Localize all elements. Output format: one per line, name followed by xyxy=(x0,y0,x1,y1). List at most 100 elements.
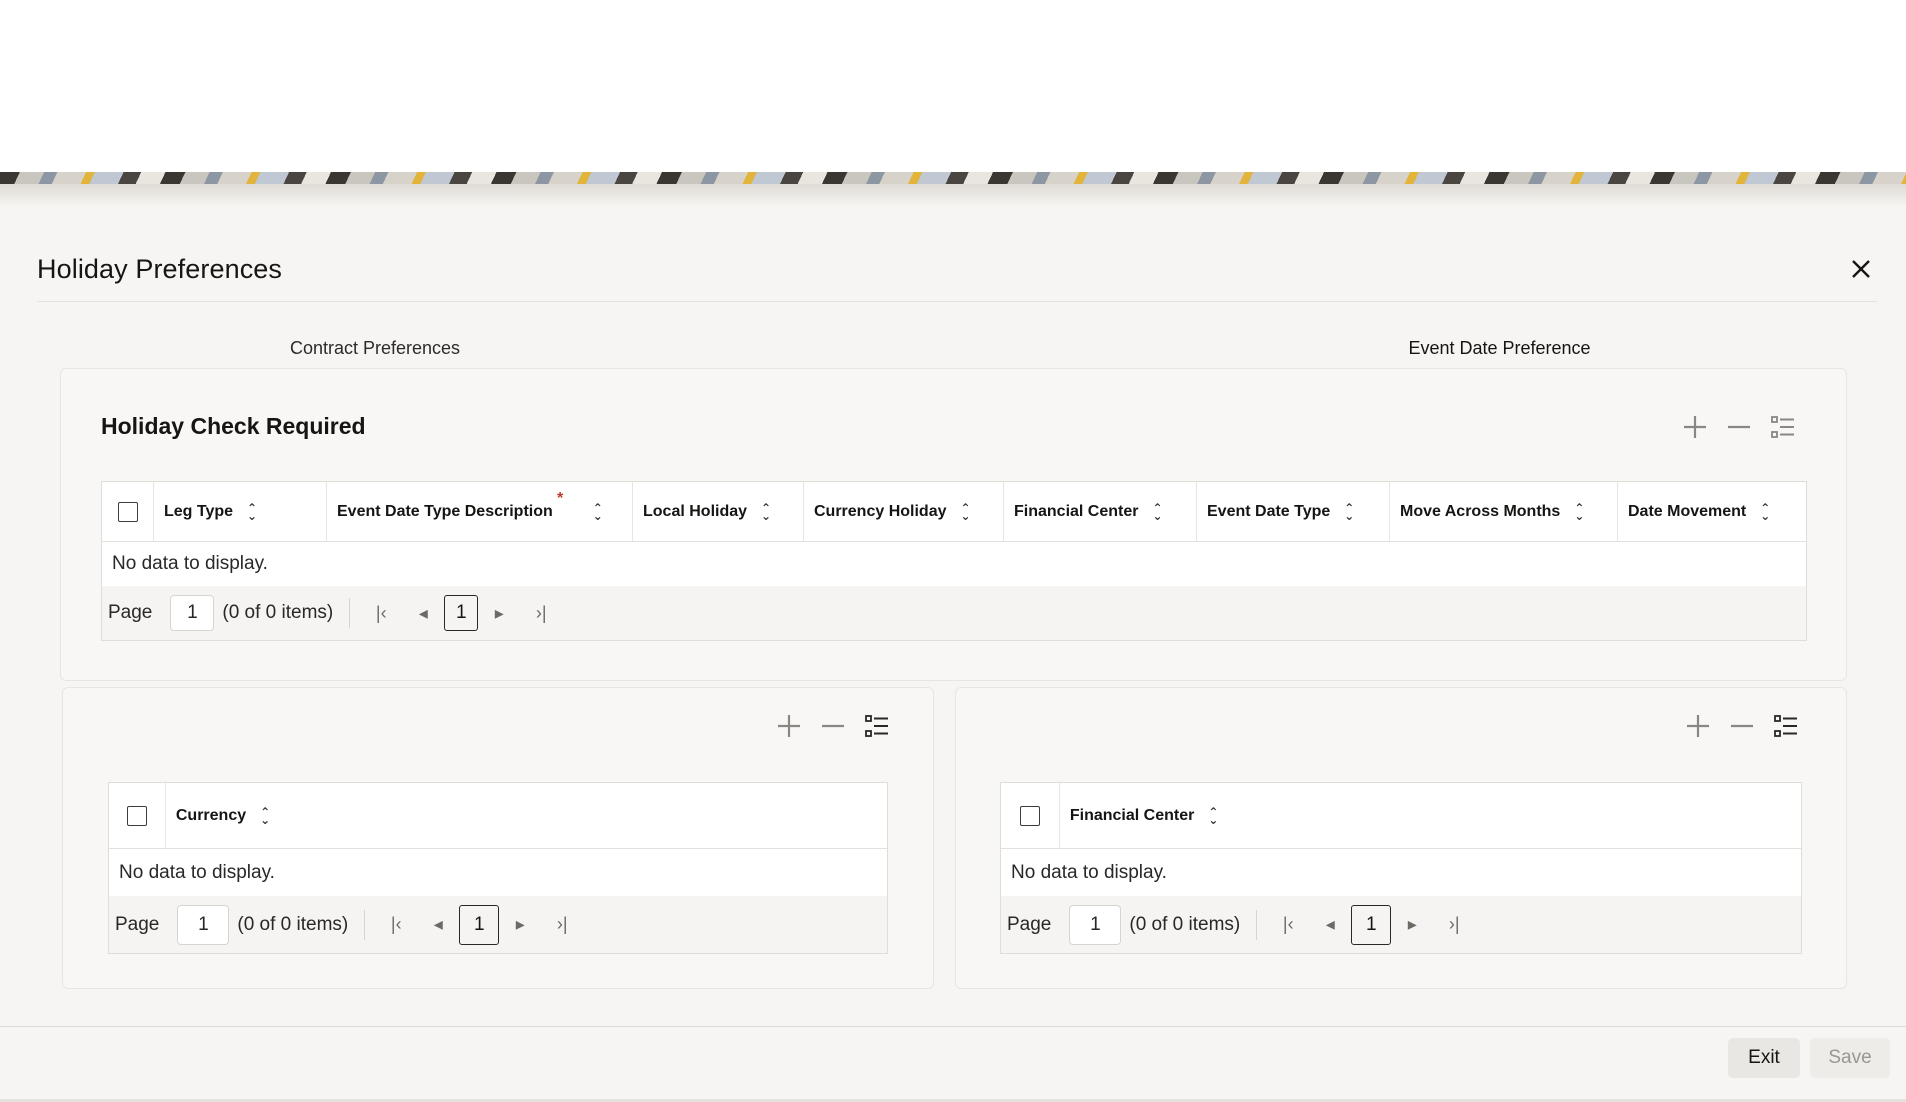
single-record-view-button[interactable] xyxy=(861,710,893,742)
minus-icon xyxy=(1731,724,1753,728)
section-title: Holiday Check Required xyxy=(101,413,366,439)
plus-icon xyxy=(1687,715,1709,737)
list-view-icon xyxy=(1771,416,1794,438)
financial-center-panel: Financial Center ⌃ ⌄ No data to display. … xyxy=(955,687,1847,989)
select-all-checkbox[interactable] xyxy=(117,501,138,522)
column-event-date-type-description[interactable]: Event Date Type Description * ⌃ ⌄ xyxy=(327,482,633,541)
column-label: Currency Holiday xyxy=(814,502,947,520)
column-label: Local Holiday xyxy=(643,502,748,520)
pager-divider xyxy=(1256,909,1258,940)
first-page-icon[interactable]: |‹ xyxy=(1273,914,1303,935)
sort-icon[interactable]: ⌃ ⌄ xyxy=(593,502,603,522)
header-banner-fade xyxy=(0,184,1906,206)
page-number-input[interactable]: 1 xyxy=(170,595,215,631)
next-page-icon[interactable]: ▸ xyxy=(1397,914,1427,935)
pagination: Page 1 (0 of 0 items) |‹ ◂ 1 ▸ ›| xyxy=(109,896,887,953)
plus-icon xyxy=(778,715,800,737)
required-indicator: * xyxy=(557,490,564,507)
tab-label: Contract Preferences xyxy=(289,338,461,358)
column-date-movement[interactable]: Date Movement ⌃ ⌄ xyxy=(1618,482,1806,541)
items-count: (0 of 0 items) xyxy=(237,913,349,935)
grid-toolbar xyxy=(773,710,893,742)
sort-icon[interactable]: ⌃ ⌄ xyxy=(1344,502,1354,522)
delete-row-button[interactable] xyxy=(1723,411,1755,443)
column-currency[interactable]: Currency ⌃ ⌄ xyxy=(166,783,887,848)
single-record-view-button[interactable] xyxy=(1767,411,1799,443)
items-count: (0 of 0 items) xyxy=(222,602,334,623)
sort-icon[interactable]: ⌃ ⌄ xyxy=(260,806,270,826)
sort-icon[interactable]: ⌃ ⌄ xyxy=(761,502,771,522)
add-row-button[interactable] xyxy=(1679,411,1711,443)
page-label: Page xyxy=(1007,913,1052,935)
last-page-icon[interactable]: ›| xyxy=(526,603,556,624)
pager-divider xyxy=(349,598,351,628)
tab-label: Event Date Preference xyxy=(1408,338,1591,358)
page-number-input[interactable]: 1 xyxy=(1069,904,1122,945)
next-page-icon[interactable]: ▸ xyxy=(484,603,514,624)
current-page-button[interactable]: 1 xyxy=(459,904,500,945)
column-label: Financial Center xyxy=(1014,502,1139,520)
previous-page-icon[interactable]: ◂ xyxy=(1315,914,1345,935)
column-event-date-type[interactable]: Event Date Type ⌃ ⌄ xyxy=(1197,482,1390,541)
holiday-check-grid: Leg Type ⌃ ⌄ Event Date Type Description … xyxy=(101,481,1807,641)
first-page-icon[interactable]: |‹ xyxy=(366,603,396,624)
exit-button[interactable]: Exit xyxy=(1728,1038,1800,1078)
delete-row-button[interactable] xyxy=(1726,710,1758,742)
sort-icon[interactable]: ⌃ ⌄ xyxy=(1152,502,1162,522)
save-button[interactable]: Save xyxy=(1810,1038,1890,1078)
select-all-column xyxy=(102,482,154,541)
currency-grid: Currency ⌃ ⌄ No data to display. Page 1 (… xyxy=(108,782,888,954)
pagination: Page 1 (0 of 0 items) |‹ ◂ 1 ▸ ›| xyxy=(1001,896,1801,953)
sort-icon[interactable]: ⌃ ⌄ xyxy=(1574,502,1584,522)
next-page-icon[interactable]: ▸ xyxy=(505,914,535,935)
minus-icon xyxy=(822,724,844,728)
sort-icon[interactable]: ⌃ ⌄ xyxy=(247,502,257,522)
minus-icon xyxy=(1728,425,1750,429)
column-currency-holiday[interactable]: Currency Holiday ⌃ ⌄ xyxy=(804,482,1004,541)
column-financial-center[interactable]: Financial Center ⌃ ⌄ xyxy=(1004,482,1197,541)
grid-header: Financial Center ⌃ ⌄ xyxy=(1001,783,1801,849)
column-label: Event Date Type Description xyxy=(337,502,553,520)
select-all-checkbox[interactable] xyxy=(1019,805,1040,826)
empty-message: No data to display. xyxy=(109,849,887,896)
page-label: Page xyxy=(108,602,153,623)
header-banner xyxy=(0,172,1906,184)
empty-message: No data to display. xyxy=(102,542,1806,586)
column-move-across-months[interactable]: Move Across Months ⌃ ⌄ xyxy=(1390,482,1618,541)
holiday-preferences-window: Holiday Preferences Contract Preferences… xyxy=(0,206,1906,1102)
currency-panel: Currency ⌃ ⌄ No data to display. Page 1 (… xyxy=(62,687,934,989)
grid-header: Leg Type ⌃ ⌄ Event Date Type Description … xyxy=(102,482,1806,542)
column-local-holiday[interactable]: Local Holiday ⌃ ⌄ xyxy=(633,482,804,541)
sort-icon[interactable]: ⌃ ⌄ xyxy=(960,502,970,522)
page-number-input[interactable]: 1 xyxy=(177,904,230,945)
sort-icon[interactable]: ⌃ ⌄ xyxy=(1208,806,1218,826)
list-view-icon xyxy=(865,715,888,737)
column-label: Date Movement xyxy=(1628,502,1747,520)
sort-icon[interactable]: ⌃ ⌄ xyxy=(1760,502,1770,522)
close-button[interactable] xyxy=(1846,256,1876,286)
items-count: (0 of 0 items) xyxy=(1129,913,1241,935)
add-row-button[interactable] xyxy=(773,710,805,742)
single-record-view-button[interactable] xyxy=(1770,710,1802,742)
previous-page-icon[interactable]: ◂ xyxy=(423,914,453,935)
current-page-button[interactable]: 1 xyxy=(444,595,479,631)
financial-center-grid: Financial Center ⌃ ⌄ No data to display. … xyxy=(1000,782,1802,954)
first-page-icon[interactable]: |‹ xyxy=(381,914,411,935)
grid-toolbar xyxy=(1682,710,1802,742)
previous-page-icon[interactable]: ◂ xyxy=(408,603,438,624)
current-page-button[interactable]: 1 xyxy=(1351,904,1392,945)
column-label: Event Date Type xyxy=(1207,502,1331,520)
select-all-column xyxy=(109,783,166,848)
delete-row-button[interactable] xyxy=(817,710,849,742)
last-page-icon[interactable]: ›| xyxy=(547,914,577,935)
grid-header: Currency ⌃ ⌄ xyxy=(109,783,887,849)
select-all-checkbox[interactable] xyxy=(126,805,147,826)
column-financial-center[interactable]: Financial Center ⌃ ⌄ xyxy=(1060,783,1801,848)
column-label: Currency xyxy=(175,806,247,824)
empty-message: No data to display. xyxy=(1001,849,1801,896)
last-page-icon[interactable]: ›| xyxy=(1439,914,1469,935)
column-leg-type[interactable]: Leg Type ⌃ ⌄ xyxy=(154,482,327,541)
add-row-button[interactable] xyxy=(1682,710,1714,742)
column-label: Financial Center xyxy=(1069,806,1195,824)
holiday-check-panel: Holiday Check Required Leg Type ⌃ ⌄ Even… xyxy=(60,368,1847,681)
